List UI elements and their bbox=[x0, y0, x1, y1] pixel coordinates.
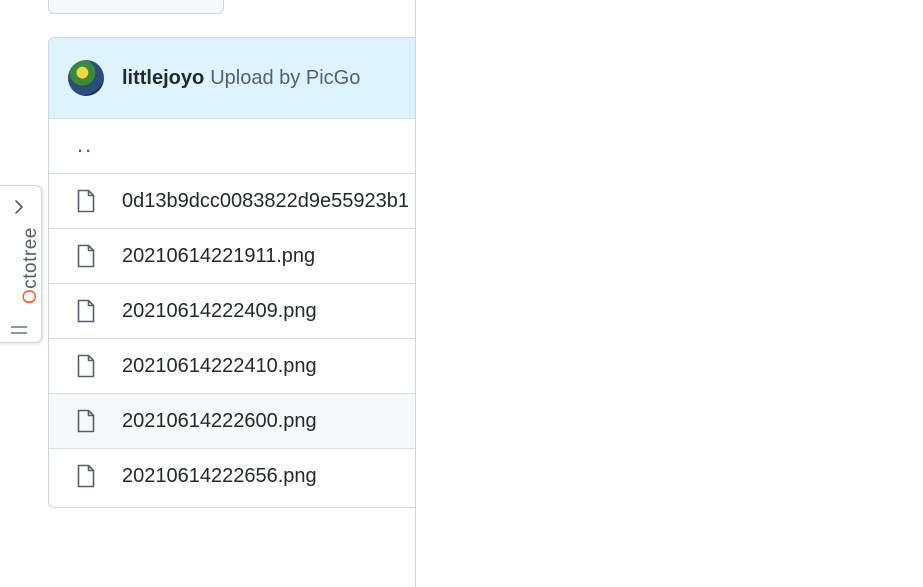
avatar[interactable] bbox=[68, 60, 104, 96]
commit-message[interactable]: Upload by PicGo bbox=[210, 67, 360, 90]
file-row[interactable]: 20210614221911.png bbox=[49, 228, 416, 283]
file-icon bbox=[76, 189, 96, 213]
file-row[interactable]: 0d13b9dcc0083822d9e55923b1 bbox=[49, 173, 416, 228]
file-icon bbox=[76, 409, 96, 433]
file-icon bbox=[76, 464, 96, 488]
latest-commit-header: littlejoyo Upload by PicGo bbox=[49, 38, 416, 119]
parent-directory-row[interactable]: .. bbox=[49, 119, 416, 173]
file-row[interactable]: 20210614222410.png bbox=[49, 338, 416, 393]
file-name-link[interactable]: 0d13b9dcc0083822d9e55923b1 bbox=[122, 190, 409, 213]
file-name-link[interactable]: 20210614222410.png bbox=[122, 355, 317, 378]
file-row[interactable]: 20210614222409.png bbox=[49, 283, 416, 338]
octotree-label: Octotree bbox=[20, 227, 42, 304]
branch-button[interactable] bbox=[48, 0, 224, 14]
file-name-link[interactable]: 20210614222656.png bbox=[122, 465, 317, 488]
file-list-box: littlejoyo Upload by PicGo .. 0d13b9dcc0… bbox=[48, 37, 416, 508]
file-name-link[interactable]: 20210614221911.png bbox=[122, 245, 315, 268]
file-row[interactable]: 20210614222656.png bbox=[49, 448, 416, 503]
file-row[interactable]: 20210614222600.png bbox=[49, 393, 416, 448]
octotree-label-rest: ctotree bbox=[20, 227, 41, 289]
file-icon bbox=[76, 299, 96, 323]
blank-panel bbox=[416, 0, 923, 587]
octotree-sidebar-toggle[interactable]: Octotree bbox=[0, 185, 42, 343]
commit-author[interactable]: littlejoyo bbox=[122, 67, 204, 90]
file-name-link[interactable]: 20210614222600.png bbox=[122, 410, 317, 433]
file-name-link[interactable]: 20210614222409.png bbox=[122, 300, 317, 323]
grip-icon[interactable] bbox=[11, 322, 27, 334]
repo-content-pane: littlejoyo Upload by PicGo .. 0d13b9dcc0… bbox=[0, 0, 416, 587]
chevron-right-icon[interactable] bbox=[12, 199, 26, 215]
parent-directory-link[interactable]: .. bbox=[77, 132, 93, 158]
octotree-label-initial: O bbox=[20, 288, 41, 304]
file-icon bbox=[76, 244, 96, 268]
file-icon bbox=[76, 354, 96, 378]
